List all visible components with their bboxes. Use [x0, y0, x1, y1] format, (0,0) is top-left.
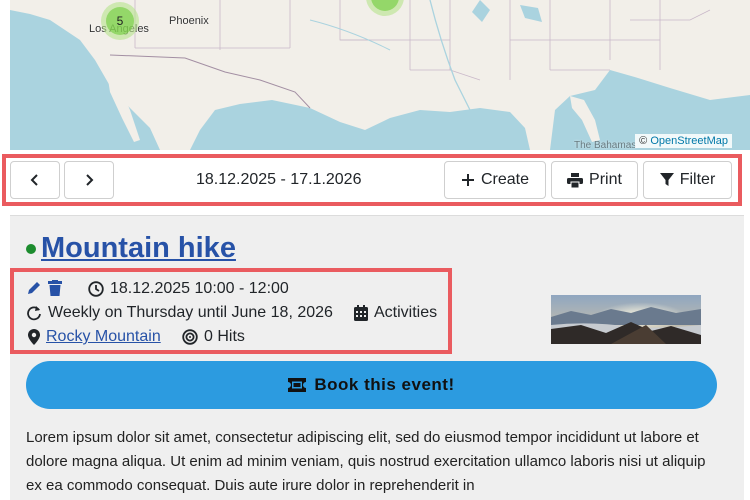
city-label: The Bahamas: [574, 140, 637, 150]
edit-actions: [26, 280, 62, 296]
cluster-count: [371, 0, 399, 11]
ticket-icon: [288, 378, 307, 392]
plus-icon: [461, 174, 474, 186]
pencil-icon[interactable]: [26, 280, 42, 296]
event-description: Lorem ipsum dolor sit amet, consectetur …: [26, 429, 706, 494]
create-button[interactable]: Create: [444, 161, 546, 199]
event-datetime: 18.12.2025 10:00 - 12:00: [88, 280, 289, 298]
recurrence-text: Weekly on Thursday until June 18, 2026: [48, 304, 333, 321]
location-link[interactable]: Rocky Mountain: [46, 328, 161, 346]
status-dot: [26, 243, 36, 254]
datetime-text: 18.12.2025 10:00 - 12:00: [110, 280, 289, 297]
book-event-button[interactable]: Book this event!: [26, 361, 717, 409]
calendar-icon: [354, 305, 368, 321]
hits-text: 0 Hits: [204, 328, 245, 345]
print-label: Print: [589, 171, 622, 188]
next-button[interactable]: [64, 161, 114, 199]
event-image: [551, 295, 701, 344]
repeat-icon: [27, 306, 41, 321]
book-event-label: Book this event!: [314, 375, 455, 394]
print-button[interactable]: Print: [551, 161, 638, 199]
chevron-left-icon: [30, 174, 38, 186]
date-range: 18.12.2025 - 17.1.2026: [196, 171, 362, 188]
event-card: Mountain hike 18.12.2025 10:00 - 12:00 W…: [10, 215, 744, 500]
category-text: Activities: [374, 304, 438, 321]
chevron-right-icon: [86, 174, 94, 186]
create-label: Create: [480, 171, 530, 188]
filter-label: Filter: [679, 171, 716, 188]
copyright-symbol: ©: [639, 135, 648, 147]
map-attribution: © OpenStreetMap: [635, 134, 732, 148]
target-icon: [182, 329, 198, 345]
location-pin-icon: [28, 329, 40, 345]
cluster-count: 5: [106, 7, 134, 35]
event-hits: 0 Hits: [182, 328, 245, 346]
event-location: Rocky Mountain: [28, 328, 161, 346]
previous-button[interactable]: [10, 161, 60, 199]
event-meta: 18.12.2025 10:00 - 12:00 Weekly on Thurs…: [10, 268, 452, 354]
calendar-toolbar: 18.12.2025 - 17.1.2026 Create Print Filt…: [2, 154, 742, 206]
city-label: Phoenix: [169, 15, 209, 27]
filter-icon: [659, 173, 674, 186]
event-recurrence: Weekly on Thursday until June 18, 2026: [26, 304, 333, 322]
event-map[interactable]: Phoenix Los Angeles The Bahamas 5 © Open…: [10, 0, 750, 150]
trash-icon[interactable]: [48, 280, 62, 296]
event-title-link[interactable]: Mountain hike: [41, 232, 236, 265]
clock-icon: [88, 281, 104, 297]
openstreetmap-link[interactable]: OpenStreetMap: [650, 135, 728, 147]
event-category: Activities: [354, 304, 437, 322]
filter-button[interactable]: Filter: [643, 161, 732, 199]
printer-icon: [567, 172, 584, 188]
marker-cluster[interactable]: 5: [101, 2, 139, 40]
event-title-row: Mountain hike: [26, 232, 236, 265]
